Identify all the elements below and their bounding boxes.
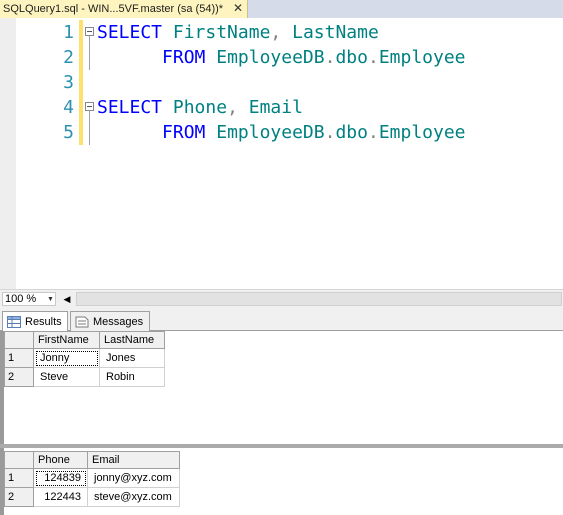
document-tab-label: SQLQuery1.sql - WIN...5VF.master (sa (54… — [3, 3, 224, 15]
row-header[interactable]: 2 — [4, 367, 34, 387]
tab-results-label: Results — [25, 316, 62, 328]
table-cell[interactable]: jonny@xyz.com — [87, 468, 180, 488]
change-marker — [79, 95, 83, 120]
change-marker — [79, 70, 83, 95]
sql-punctuation: . — [324, 122, 336, 143]
corner-cell[interactable] — [4, 331, 34, 349]
table-row: 2 Steve Robin — [4, 367, 165, 387]
code-text: FROM EmployeeDB.dbo.Employee — [97, 45, 466, 70]
document-tab-sqlquery1[interactable]: SQLQuery1.sql - WIN...5VF.master (sa (54… — [0, 0, 248, 18]
sql-keyword: SELECT — [97, 22, 163, 43]
horizontal-scrollbar[interactable] — [76, 292, 562, 306]
code-line[interactable]: 4 SELECT Phone, Email — [0, 95, 563, 145]
line-number: 3 — [63, 72, 74, 93]
header-row: FirstName LastName — [4, 331, 165, 349]
corner-cell[interactable] — [4, 451, 34, 469]
row-header[interactable]: 2 — [4, 487, 34, 507]
result-table-2: Phone Email 1 124839 jonny@xyz.com 2 122… — [4, 451, 180, 507]
code-line[interactable]: 1 SELECT FirstName, LastName — [0, 20, 563, 70]
table-row: 1 124839 jonny@xyz.com — [4, 468, 180, 488]
sql-punctuation: , — [227, 97, 238, 118]
table-cell[interactable]: Jonny — [33, 348, 100, 368]
sql-identifier: Phone — [172, 97, 228, 118]
query-editor[interactable]: 1 SELECT FirstName, LastName 2 FROM Employ… — [0, 18, 563, 289]
table-row: 2 122443 steve@xyz.com — [4, 487, 180, 507]
messages-icon — [75, 316, 89, 328]
sql-identifier: EmployeeDB — [216, 47, 325, 68]
sql-identifier: LastName — [292, 22, 379, 43]
change-marker — [79, 120, 83, 145]
line-number: 2 — [63, 47, 74, 68]
header-row: Phone Email — [4, 451, 180, 469]
sql-identifier: Employee — [378, 122, 466, 143]
sql-identifier: dbo — [335, 122, 368, 143]
sql-identifier: EmployeeDB — [216, 122, 325, 143]
tab-messages[interactable]: Messages — [70, 311, 150, 331]
column-header-lastname[interactable]: LastName — [99, 331, 165, 349]
zoom-dropdown[interactable]: 100 % ▼ — [2, 292, 56, 306]
close-icon[interactable]: ✕ — [232, 2, 244, 15]
table-cell[interactable]: steve@xyz.com — [87, 487, 180, 507]
table-cell[interactable]: Steve — [33, 367, 100, 387]
document-tab-strip: SQLQuery1.sql - WIN...5VF.master (sa (54… — [0, 0, 563, 18]
tab-messages-label: Messages — [93, 315, 144, 328]
line-number: 5 — [63, 122, 74, 143]
sql-keyword: FROM — [162, 122, 206, 143]
column-header-firstname[interactable]: FirstName — [33, 331, 100, 349]
code-line[interactable]: 3 — [0, 70, 563, 95]
sql-keyword: SELECT — [97, 97, 163, 118]
collapse-icon[interactable] — [85, 102, 94, 111]
code-text: SELECT Phone, Email — [97, 95, 303, 120]
result-grid-1[interactable]: FirstName LastName 1 Jonny Jones 2 Steve… — [0, 331, 563, 444]
tab-results[interactable]: Results — [2, 311, 68, 332]
sql-keyword: FROM — [162, 47, 206, 68]
sql-identifier: Employee — [378, 47, 466, 68]
table-cell[interactable]: 124839 — [33, 468, 88, 488]
row-header[interactable]: 1 — [4, 468, 34, 488]
line-number: 4 — [63, 97, 74, 118]
table-row: 1 Jonny Jones — [4, 348, 165, 368]
code-text: FROM EmployeeDB.dbo.Employee — [97, 120, 466, 145]
chevron-down-icon[interactable]: ▼ — [47, 294, 54, 306]
sql-punctuation: . — [367, 122, 379, 143]
column-header-phone[interactable]: Phone — [33, 451, 88, 469]
scroll-left-arrow-icon[interactable]: ◀ — [60, 292, 74, 306]
line-number: 1 — [63, 22, 74, 43]
column-header-email[interactable]: Email — [87, 451, 180, 469]
table-cell[interactable]: 122443 — [33, 487, 88, 507]
sql-punctuation: . — [367, 47, 379, 68]
collapse-icon[interactable] — [85, 27, 94, 36]
sql-punctuation: , — [270, 22, 282, 43]
result-grid-2[interactable]: Phone Email 1 124839 jonny@xyz.com 2 122… — [0, 448, 563, 515]
code-line[interactable]: 2 FROM EmployeeDB.dbo.Employee — [0, 45, 563, 70]
change-marker — [79, 45, 83, 70]
result-table-1: FirstName LastName 1 Jonny Jones 2 Steve… — [4, 331, 165, 387]
change-marker — [79, 20, 83, 45]
editor-horizontal-bar: 100 % ▼ ◀ — [0, 289, 563, 307]
code-line[interactable]: 5 FROM EmployeeDB.dbo.Employee — [0, 120, 563, 145]
table-cell[interactable]: Robin — [99, 367, 165, 387]
sql-identifier: dbo — [335, 47, 368, 68]
sql-identifier: FirstName — [172, 22, 271, 43]
code-text: SELECT FirstName, LastName — [97, 20, 379, 45]
sql-identifier: Email — [248, 97, 303, 118]
sql-punctuation: . — [324, 47, 336, 68]
results-tab-bar: Results Messages — [0, 307, 563, 332]
grid-icon — [7, 316, 21, 328]
table-cell[interactable]: Jones — [99, 348, 165, 368]
row-header[interactable]: 1 — [4, 348, 34, 368]
zoom-value: 100 % — [5, 293, 37, 305]
